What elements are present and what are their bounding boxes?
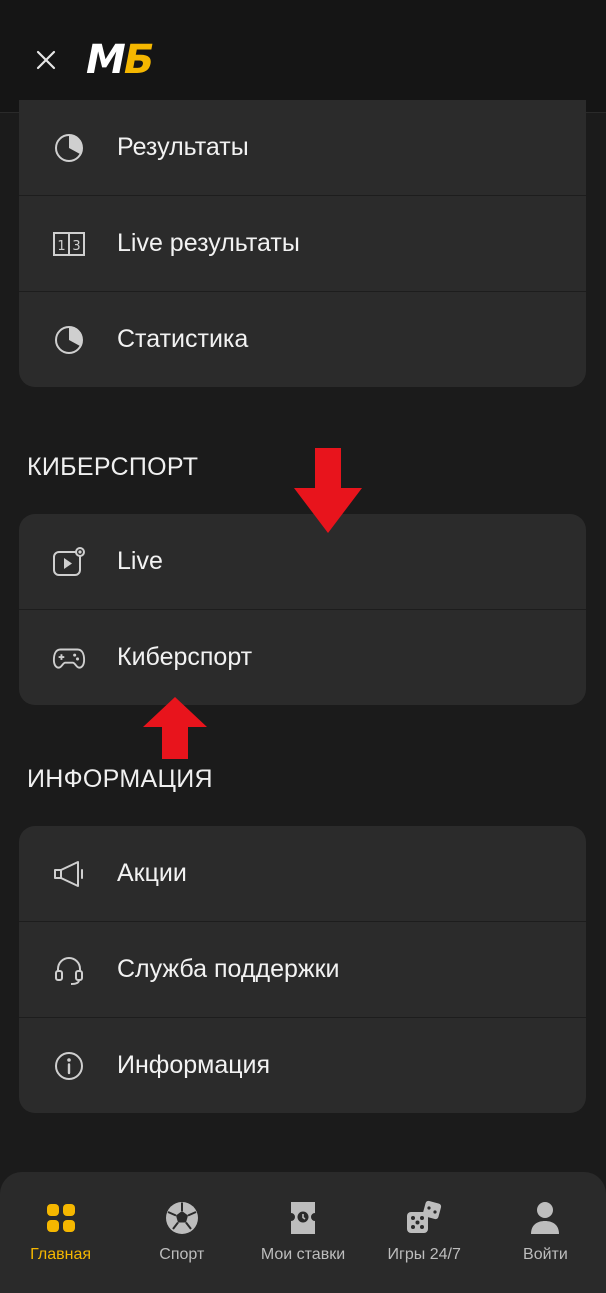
results-menu-card: Результаты 1 3 Live результаты Статистик…	[19, 100, 586, 387]
top-bar: MБ	[0, 0, 606, 113]
pie-chart-icon	[52, 323, 86, 357]
esports-menu-card: Live Киберспорт	[19, 514, 586, 705]
svg-text:1: 1	[57, 239, 65, 254]
menu-item-label: Live	[117, 547, 163, 575]
pie-chart-icon	[52, 131, 86, 165]
menu-item-label: Киберспорт	[117, 643, 253, 671]
nav-my-bets[interactable]: Мои ставки	[242, 1172, 363, 1293]
user-icon	[527, 1200, 563, 1236]
nav-home[interactable]: Главная	[0, 1172, 121, 1293]
annotation-arrow-up	[143, 697, 207, 759]
soccer-ball-icon	[164, 1200, 200, 1236]
live-video-icon	[52, 545, 86, 579]
annotation-arrow-down	[294, 448, 362, 533]
megaphone-icon	[52, 857, 86, 891]
nav-login[interactable]: Войти	[485, 1172, 606, 1293]
menu-item-label: Live результаты	[117, 229, 300, 257]
scoreboard-icon: 1 3	[52, 227, 86, 261]
nav-label: Главная	[30, 1246, 92, 1263]
svg-text:3: 3	[72, 239, 80, 254]
menu-item-statistics[interactable]: Статистика	[19, 292, 586, 387]
logo-letter-b: Б	[123, 37, 154, 83]
menu-item-promotions[interactable]: Акции	[19, 826, 586, 922]
menu-item-label: Информация	[117, 1051, 271, 1079]
menu-item-label: Акции	[117, 859, 187, 887]
menu-item-label: Статистика	[117, 325, 249, 353]
menu-item-live-results[interactable]: 1 3 Live результаты	[19, 196, 586, 292]
close-icon	[36, 50, 56, 70]
gamepad-icon	[52, 641, 86, 675]
ticket-icon	[285, 1200, 321, 1236]
nav-sport[interactable]: Спорт	[121, 1172, 242, 1293]
section-title-esports: КИБЕРСПОРТ	[27, 453, 199, 481]
headset-icon	[52, 953, 86, 987]
dice-icon	[406, 1200, 442, 1236]
brand-logo[interactable]: MБ	[86, 37, 154, 83]
info-menu-card: Акции Служба поддержки Информация	[19, 826, 586, 1113]
menu-item-support[interactable]: Служба поддержки	[19, 922, 586, 1018]
bottom-navigation: Главная Спорт Мои ставки Игры 24/7 Войти	[0, 1172, 606, 1293]
info-icon	[52, 1049, 86, 1083]
close-button[interactable]	[30, 44, 62, 76]
nav-label: Игры 24/7	[387, 1246, 461, 1263]
nav-label: Спорт	[159, 1246, 205, 1263]
logo-letter-m: M	[86, 37, 126, 83]
menu-item-esports[interactable]: Киберспорт	[19, 610, 586, 705]
menu-item-label: Результаты	[117, 133, 249, 161]
menu-item-results[interactable]: Результаты	[19, 100, 586, 196]
section-title-info: ИНФОРМАЦИЯ	[27, 765, 213, 793]
menu-item-label: Служба поддержки	[117, 955, 340, 983]
nav-label: Мои ставки	[260, 1246, 346, 1263]
nav-label: Войти	[523, 1246, 568, 1263]
nav-games[interactable]: Игры 24/7	[364, 1172, 485, 1293]
menu-item-information[interactable]: Информация	[19, 1018, 586, 1113]
home-grid-icon	[43, 1200, 79, 1236]
